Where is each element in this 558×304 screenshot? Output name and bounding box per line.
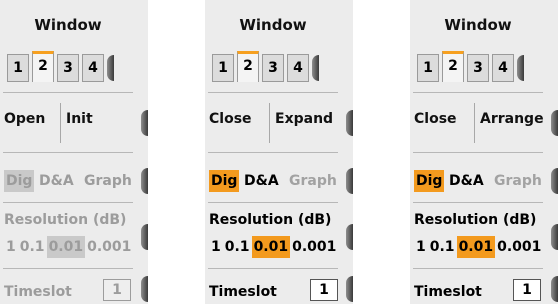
resolution-option-0-01[interactable]: 0.01 bbox=[251, 236, 291, 258]
window-title: Window bbox=[239, 16, 307, 34]
divider bbox=[3, 152, 133, 153]
divider bbox=[413, 268, 543, 269]
action-row: Close Expand bbox=[205, 96, 353, 148]
resolution-label: Resolution (dB) bbox=[414, 212, 537, 228]
scroll-left-icon[interactable] bbox=[141, 224, 148, 250]
resolution-option-0-01[interactable]: 0.01 bbox=[46, 236, 86, 258]
timeslot-field[interactable]: 1 bbox=[103, 279, 131, 301]
da-mode-button[interactable]: D&A bbox=[39, 170, 74, 192]
tab-3[interactable]: 3 bbox=[57, 54, 79, 82]
divider bbox=[208, 152, 338, 153]
close-button[interactable]: Close bbox=[209, 111, 252, 127]
window-panel-3: Window 1 2 3 4 Close Arrange Dig D&A Gra… bbox=[410, 0, 558, 304]
divider bbox=[3, 268, 133, 269]
da-mode-button[interactable]: D&A bbox=[449, 170, 484, 192]
scroll-left-icon[interactable] bbox=[346, 168, 353, 194]
tab-1[interactable]: 1 bbox=[212, 54, 234, 82]
scroll-left-icon[interactable] bbox=[141, 110, 148, 136]
timeslot-label: Timeslot bbox=[209, 284, 277, 300]
divider bbox=[413, 152, 543, 153]
resolution-option-0-001[interactable]: 0.001 bbox=[495, 236, 543, 258]
tab-2[interactable]: 2 bbox=[32, 51, 54, 82]
window-title: Window bbox=[444, 16, 512, 34]
mode-row: Dig D&A Graph bbox=[410, 168, 558, 196]
divider bbox=[413, 92, 543, 93]
graph-mode-button[interactable]: Graph bbox=[289, 170, 337, 192]
scroll-left-icon[interactable] bbox=[551, 276, 558, 302]
scroll-left-icon[interactable] bbox=[551, 224, 558, 250]
resolution-option-0-1[interactable]: 0.1 bbox=[428, 236, 457, 258]
scroll-left-icon[interactable] bbox=[517, 55, 524, 81]
scroll-left-icon[interactable] bbox=[141, 168, 148, 194]
divider bbox=[208, 268, 338, 269]
scroll-left-icon[interactable] bbox=[346, 224, 353, 250]
resolution-option-0-01[interactable]: 0.01 bbox=[456, 236, 496, 258]
init-button[interactable]: Init bbox=[66, 111, 93, 127]
action-row: Open Init bbox=[0, 96, 148, 148]
graph-mode-button[interactable]: Graph bbox=[84, 170, 132, 192]
divider bbox=[3, 202, 133, 203]
expand-button[interactable]: Expand bbox=[275, 111, 333, 127]
resolution-options: 1 0.1 0.01 0.001 bbox=[414, 236, 543, 258]
tab-4[interactable]: 4 bbox=[82, 54, 104, 82]
da-mode-button[interactable]: D&A bbox=[244, 170, 279, 192]
tab-1[interactable]: 1 bbox=[7, 54, 29, 82]
resolution-option-0-1[interactable]: 0.1 bbox=[223, 236, 252, 258]
resolution-option-0-1[interactable]: 0.1 bbox=[18, 236, 47, 258]
scroll-left-icon[interactable] bbox=[141, 276, 148, 302]
scroll-left-icon[interactable] bbox=[312, 55, 319, 81]
tab-2[interactable]: 2 bbox=[442, 51, 464, 82]
window-panel-2: Window 1 2 3 4 Close Expand Dig D&A Grap… bbox=[205, 0, 353, 304]
resolution-option-0-001[interactable]: 0.001 bbox=[85, 236, 133, 258]
dig-mode-button[interactable]: Dig bbox=[414, 170, 445, 192]
timeslot-field[interactable]: 1 bbox=[310, 279, 338, 301]
window-panel-1: Window 1 2 3 4 Open Init Dig D&A Graph R… bbox=[0, 0, 148, 304]
resolution-label: Resolution (dB) bbox=[4, 212, 127, 228]
scroll-left-icon[interactable] bbox=[551, 110, 558, 136]
window-title: Window bbox=[34, 16, 102, 34]
resolution-option-1[interactable]: 1 bbox=[4, 236, 18, 258]
scroll-left-icon[interactable] bbox=[346, 276, 353, 302]
resolution-label: Resolution (dB) bbox=[209, 212, 332, 228]
button-divider bbox=[474, 103, 475, 143]
tab-4[interactable]: 4 bbox=[287, 54, 309, 82]
resolution-option-0-001[interactable]: 0.001 bbox=[290, 236, 338, 258]
divider bbox=[3, 92, 133, 93]
button-divider bbox=[60, 103, 61, 143]
scroll-left-icon[interactable] bbox=[107, 55, 114, 81]
timeslot-label: Timeslot bbox=[414, 284, 482, 300]
action-row: Close Arrange bbox=[410, 96, 558, 148]
dig-mode-button[interactable]: Dig bbox=[209, 170, 240, 192]
button-divider bbox=[269, 103, 270, 143]
timeslot-label: Timeslot bbox=[4, 284, 72, 300]
divider bbox=[413, 202, 543, 203]
scroll-left-icon[interactable] bbox=[551, 168, 558, 194]
resolution-options: 1 0.1 0.01 0.001 bbox=[209, 236, 338, 258]
scroll-left-icon[interactable] bbox=[346, 110, 353, 136]
arrange-button[interactable]: Arrange bbox=[480, 111, 544, 127]
graph-mode-button[interactable]: Graph bbox=[494, 170, 542, 192]
timeslot-field[interactable]: 1 bbox=[513, 279, 541, 301]
tab-1[interactable]: 1 bbox=[417, 54, 439, 82]
divider bbox=[208, 92, 338, 93]
tab-3[interactable]: 3 bbox=[467, 54, 489, 82]
tab-2[interactable]: 2 bbox=[237, 51, 259, 82]
resolution-options: 1 0.1 0.01 0.001 bbox=[4, 236, 133, 258]
tab-4[interactable]: 4 bbox=[492, 54, 514, 82]
divider bbox=[208, 202, 338, 203]
resolution-option-1[interactable]: 1 bbox=[414, 236, 428, 258]
open-button[interactable]: Open bbox=[4, 111, 45, 127]
mode-row: Dig D&A Graph bbox=[205, 168, 353, 196]
close-button[interactable]: Close bbox=[414, 111, 457, 127]
resolution-option-1[interactable]: 1 bbox=[209, 236, 223, 258]
tab-3[interactable]: 3 bbox=[262, 54, 284, 82]
mode-row: Dig D&A Graph bbox=[0, 168, 148, 196]
dig-mode-button[interactable]: Dig bbox=[4, 170, 35, 192]
